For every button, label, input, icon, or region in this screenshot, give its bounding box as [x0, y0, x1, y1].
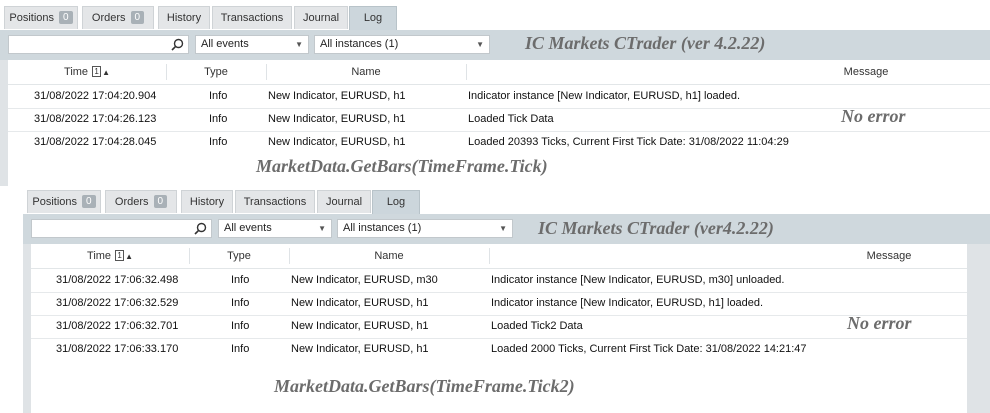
column-type-header[interactable]: Type: [189, 244, 289, 268]
row-type: Info: [209, 90, 228, 102]
tab-orders-label: Orders: [114, 196, 149, 208]
search-icon[interactable]: [171, 38, 184, 51]
code-annotation: MarketData.GetBars(TimeFrame.Tick): [256, 156, 548, 176]
column-message-header[interactable]: Message: [489, 244, 990, 268]
row-message: Indicator instance [New Indicator, EURUS…: [468, 90, 741, 102]
log-panel-1: Positions 0 Orders 0 History Transactions …: [0, 0, 990, 186]
sort-index-badge: 1: [92, 65, 102, 77]
tab-orders-label: Orders: [91, 12, 126, 24]
tab-history[interactable]: History: [158, 6, 210, 29]
row-name: New Indicator, EURUSD, h1: [268, 113, 406, 125]
instances-filter-value: All instances (1): [320, 38, 399, 50]
row-time: 31/08/2022 17:06:32.529: [56, 297, 179, 309]
row-name: New Indicator, EURUSD, m30: [291, 274, 438, 286]
column-name-header[interactable]: Name: [266, 60, 466, 84]
log-grid: Time 1 ▲ Type Name Message 31/08/2022 17:0…: [8, 60, 990, 186]
sort-index-badge: 1: [115, 249, 125, 261]
row-time: 31/08/2022 17:04:20.904: [34, 90, 157, 102]
chevron-down-icon: ▼: [499, 224, 507, 233]
no-error-annotation: No error: [847, 313, 912, 333]
row-type: Info: [209, 113, 228, 125]
row-name: New Indicator, EURUSD, h1: [268, 136, 406, 148]
row-message: Loaded Tick Data: [468, 113, 554, 125]
tab-history[interactable]: History: [181, 190, 233, 213]
column-time-label: Time: [64, 66, 89, 78]
column-message-header[interactable]: Message: [466, 60, 990, 84]
events-filter-value: All events: [224, 222, 272, 234]
row-time: 31/08/2022 17:06:32.701: [56, 320, 179, 332]
no-error-annotation: No error: [841, 106, 906, 126]
tab-orders[interactable]: Orders 0: [105, 190, 177, 213]
row-type: Info: [209, 136, 228, 148]
tab-transactions[interactable]: Transactions: [235, 190, 315, 213]
filter-toolbar: All events ▼ All instances (1) ▼ IC Mark…: [23, 214, 990, 244]
row-type: Info: [231, 274, 250, 286]
row-message: Indicator instance [New Indicator, EURUS…: [491, 274, 785, 286]
table-row[interactable]: 31/08/2022 17:06:32.529 Info New Indicat…: [31, 292, 967, 316]
log-grid: Time 1 ▲ Type Name Message 31/08/2022 17:0…: [31, 244, 967, 413]
sort-ascending-icon: ▲: [102, 68, 110, 77]
chevron-down-icon: ▼: [318, 224, 326, 233]
version-annotation: IC Markets CTrader (ver4.2.22): [538, 218, 774, 238]
column-type-header[interactable]: Type: [166, 60, 266, 84]
chevron-down-icon: ▼: [295, 40, 303, 49]
positions-count-badge: 0: [82, 194, 96, 208]
search-icon[interactable]: [194, 222, 207, 235]
chevron-down-icon: ▼: [476, 40, 484, 49]
row-name: New Indicator, EURUSD, h1: [291, 320, 429, 332]
column-time-header[interactable]: Time 1 ▲: [8, 60, 166, 84]
grid-header: Time 1 ▲ Type Name Message: [31, 244, 967, 269]
row-name: New Indicator, EURUSD, h1: [291, 343, 429, 355]
search-input[interactable]: [31, 219, 212, 238]
row-time: 31/08/2022 17:06:33.170: [56, 343, 179, 355]
instances-filter-select[interactable]: All instances (1) ▼: [314, 35, 490, 54]
events-filter-value: All events: [201, 38, 249, 50]
row-time: 31/08/2022 17:04:28.045: [34, 136, 157, 148]
row-message: Loaded 2000 Ticks, Current First Tick Da…: [491, 343, 807, 355]
search-input[interactable]: [8, 35, 189, 54]
instances-filter-value: All instances (1): [343, 222, 422, 234]
tab-positions-label: Positions: [9, 12, 55, 24]
row-type: Info: [231, 297, 250, 309]
row-name: New Indicator, EURUSD, h1: [268, 90, 406, 102]
table-row[interactable]: 31/08/2022 17:06:33.170 Info New Indicat…: [31, 338, 967, 361]
column-time-label: Time: [87, 250, 112, 262]
tab-transactions[interactable]: Transactions: [212, 6, 292, 29]
tab-positions-label: Positions: [32, 196, 78, 208]
orders-count-badge: 0: [153, 194, 168, 208]
row-message: Loaded Tick2 Data: [491, 320, 583, 332]
version-annotation: IC Markets CTrader (ver 4.2.22): [525, 33, 766, 53]
table-row[interactable]: 31/08/2022 17:06:32.498 Info New Indicat…: [31, 269, 967, 293]
orders-count-badge: 0: [130, 10, 145, 24]
tab-log[interactable]: Log: [349, 6, 397, 30]
tab-positions[interactable]: Positions 0: [4, 6, 78, 29]
row-type: Info: [231, 320, 250, 332]
tab-orders[interactable]: Orders 0: [82, 6, 154, 29]
row-time: 31/08/2022 17:06:32.498: [56, 274, 179, 286]
code-annotation: MarketData.GetBars(TimeFrame.Tick2): [274, 376, 575, 396]
row-message: Indicator instance [New Indicator, EURUS…: [491, 297, 764, 309]
row-type: Info: [231, 343, 250, 355]
instances-filter-select[interactable]: All instances (1) ▼: [337, 219, 513, 238]
sort-ascending-icon: ▲: [125, 252, 133, 261]
log-panel-2: Positions 0 Orders 0 History Transactions …: [23, 186, 990, 413]
events-filter-select[interactable]: All events ▼: [218, 219, 332, 238]
positions-count-badge: 0: [59, 10, 73, 24]
events-filter-select[interactable]: All events ▼: [195, 35, 309, 54]
filter-toolbar: All events ▼ All instances (1) ▼ IC Mark…: [0, 30, 990, 60]
log-area: All events ▼ All instances (1) ▼ IC Mark…: [0, 30, 990, 186]
row-message: Loaded 20393 Ticks, Current First Tick D…: [468, 136, 789, 148]
table-row[interactable]: 31/08/2022 17:04:28.045 Info New Indicat…: [8, 131, 990, 154]
column-name-header[interactable]: Name: [289, 244, 489, 268]
row-name: New Indicator, EURUSD, h1: [291, 297, 429, 309]
tab-journal[interactable]: Journal: [294, 6, 348, 29]
log-area: All events ▼ All instances (1) ▼ IC Mark…: [23, 214, 990, 413]
table-row[interactable]: 31/08/2022 17:06:32.701 Info New Indicat…: [31, 315, 967, 339]
column-time-header[interactable]: Time 1 ▲: [31, 244, 189, 268]
tab-positions[interactable]: Positions 0: [27, 190, 101, 213]
row-time: 31/08/2022 17:04:26.123: [34, 113, 157, 125]
tab-log[interactable]: Log: [372, 190, 420, 214]
grid-header: Time 1 ▲ Type Name Message: [8, 60, 990, 85]
tab-journal[interactable]: Journal: [317, 190, 371, 213]
